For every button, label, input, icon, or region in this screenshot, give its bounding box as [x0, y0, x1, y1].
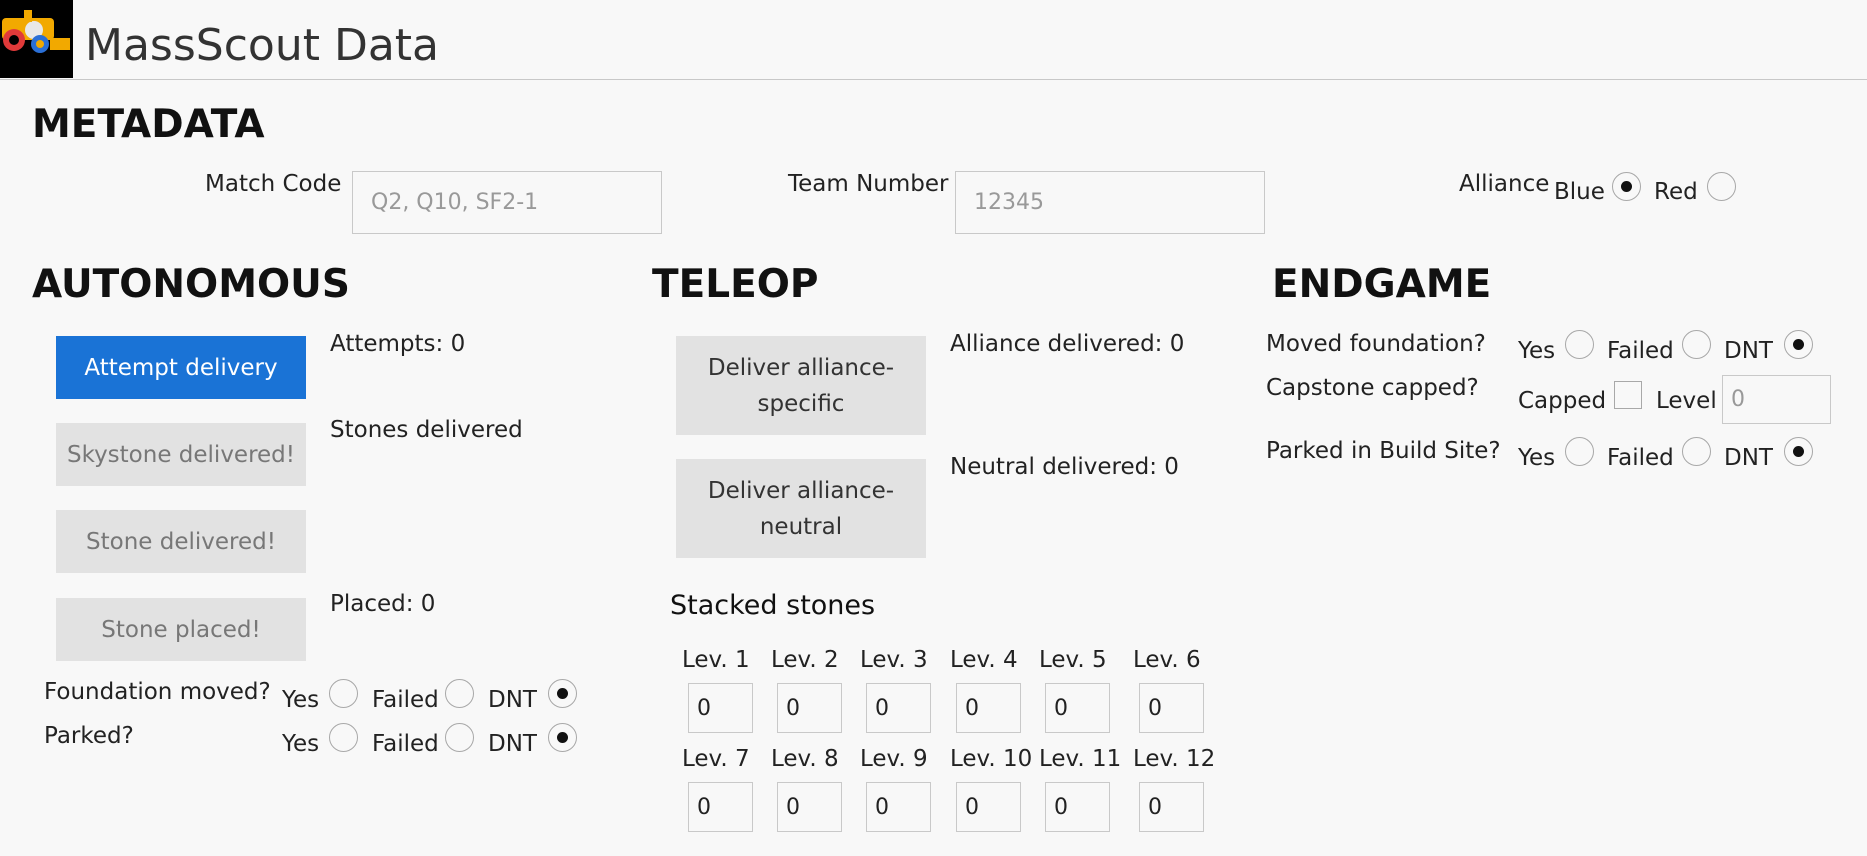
neutral-delivered-count: Neutral delivered: 0: [950, 454, 1179, 480]
level-9-label: Lev. 9: [860, 746, 928, 772]
level-7-input[interactable]: 0: [688, 782, 753, 832]
auto-foundation-yes-radio[interactable]: [329, 679, 358, 708]
alliance-blue-label: Blue: [1554, 179, 1605, 205]
level-4-label: Lev. 4: [950, 647, 1018, 673]
auto-parked-dnt-label: DNT: [488, 731, 537, 757]
alliance-label: Alliance: [1459, 171, 1550, 197]
deliver-alliance-neutral-button[interactable]: Deliver alliance-neutral: [676, 459, 926, 558]
end-parked-dnt-radio[interactable]: [1784, 437, 1813, 466]
app-title: MassScout Data: [85, 20, 439, 71]
team-number-input[interactable]: 12345: [955, 171, 1265, 234]
end-parked-failed-radio[interactable]: [1682, 437, 1711, 466]
level-1-label: Lev. 1: [682, 647, 750, 673]
level-1-input[interactable]: 0: [688, 683, 753, 733]
level-12-input[interactable]: 0: [1139, 782, 1204, 832]
end-parked-dnt-label: DNT: [1724, 445, 1773, 471]
level-10-label: Lev. 10: [950, 746, 1033, 772]
level-2-input[interactable]: 0: [777, 683, 842, 733]
end-moved-yes-radio[interactable]: [1565, 330, 1594, 359]
capped-checkbox[interactable]: [1614, 381, 1642, 409]
level-10-input[interactable]: 0: [956, 782, 1021, 832]
level-2-label: Lev. 2: [771, 647, 839, 673]
level-3-input[interactable]: 0: [866, 683, 931, 733]
deliver-alliance-specific-button[interactable]: Deliver alliance-specific: [676, 336, 926, 435]
auto-parked-yes-radio[interactable]: [329, 723, 358, 752]
match-code-input[interactable]: Q2, Q10, SF2-1: [352, 171, 662, 234]
moved-foundation-label: Moved foundation?: [1266, 331, 1486, 357]
match-code-label: Match Code: [205, 171, 342, 197]
level-7-label: Lev. 7: [682, 746, 750, 772]
level-11-input[interactable]: 0: [1045, 782, 1110, 832]
stacked-stones-heading: Stacked stones: [670, 590, 876, 621]
end-moved-yes-label: Yes: [1518, 338, 1556, 364]
level-label: Level: [1656, 388, 1717, 414]
capped-label: Capped: [1518, 388, 1607, 414]
parked-label: Parked?: [44, 723, 134, 749]
level-5-input[interactable]: 0: [1045, 683, 1110, 733]
end-parked-yes-label: Yes: [1518, 445, 1556, 471]
level-3-label: Lev. 3: [860, 647, 928, 673]
alliance-delivered-count: Alliance delivered: 0: [950, 331, 1185, 357]
robot-logo-icon: [0, 0, 73, 78]
team-number-label: Team Number: [788, 171, 949, 197]
autonomous-heading: AUTONOMOUS: [32, 262, 350, 307]
auto-foundation-failed-label: Failed: [372, 687, 439, 713]
level-9-input[interactable]: 0: [866, 782, 931, 832]
level-8-input[interactable]: 0: [777, 782, 842, 832]
foundation-moved-label: Foundation moved?: [44, 679, 271, 705]
stones-delivered-label: Stones delivered: [330, 417, 523, 443]
end-moved-failed-label: Failed: [1607, 338, 1674, 364]
auto-foundation-dnt-radio[interactable]: [548, 679, 577, 708]
auto-foundation-yes-label: Yes: [282, 687, 320, 713]
end-moved-failed-radio[interactable]: [1682, 330, 1711, 359]
level-11-label: Lev. 11: [1039, 746, 1122, 772]
stone-placed-button[interactable]: Stone placed!: [56, 598, 306, 661]
level-5-label: Lev. 5: [1039, 647, 1107, 673]
level-12-label: Lev. 12: [1133, 746, 1216, 772]
level-6-label: Lev. 6: [1133, 647, 1201, 673]
alliance-blue-radio[interactable]: [1612, 172, 1641, 201]
auto-parked-yes-label: Yes: [282, 731, 320, 757]
auto-parked-failed-label: Failed: [372, 731, 439, 757]
end-parked-failed-label: Failed: [1607, 445, 1674, 471]
teleop-heading: TELEOP: [652, 262, 819, 307]
end-parked-yes-radio[interactable]: [1565, 437, 1594, 466]
attempts-count: Attempts: 0: [330, 331, 466, 357]
capstone-capped-label: Capstone capped?: [1266, 375, 1479, 401]
auto-parked-failed-radio[interactable]: [445, 723, 474, 752]
end-moved-dnt-label: DNT: [1724, 338, 1773, 364]
level-8-label: Lev. 8: [771, 746, 839, 772]
logo: [0, 0, 73, 78]
metadata-heading: METADATA: [32, 102, 265, 147]
endgame-heading: ENDGAME: [1272, 262, 1492, 307]
app-header: MassScout Data: [0, 0, 1867, 80]
parked-build-site-label: Parked in Build Site?: [1266, 438, 1501, 464]
level-4-input[interactable]: 0: [956, 683, 1021, 733]
attempt-delivery-button[interactable]: Attempt delivery: [56, 336, 306, 399]
auto-foundation-dnt-label: DNT: [488, 687, 537, 713]
alliance-red-label: Red: [1654, 179, 1698, 205]
skystone-delivered-button[interactable]: Skystone delivered!: [56, 423, 306, 486]
level-6-input[interactable]: 0: [1139, 683, 1204, 733]
capstone-level-input[interactable]: 0: [1722, 375, 1831, 424]
placed-count: Placed: 0: [330, 591, 436, 617]
stone-delivered-button[interactable]: Stone delivered!: [56, 510, 306, 573]
end-moved-dnt-radio[interactable]: [1784, 330, 1813, 359]
auto-foundation-failed-radio[interactable]: [445, 679, 474, 708]
alliance-red-radio[interactable]: [1707, 172, 1736, 201]
auto-parked-dnt-radio[interactable]: [548, 723, 577, 752]
